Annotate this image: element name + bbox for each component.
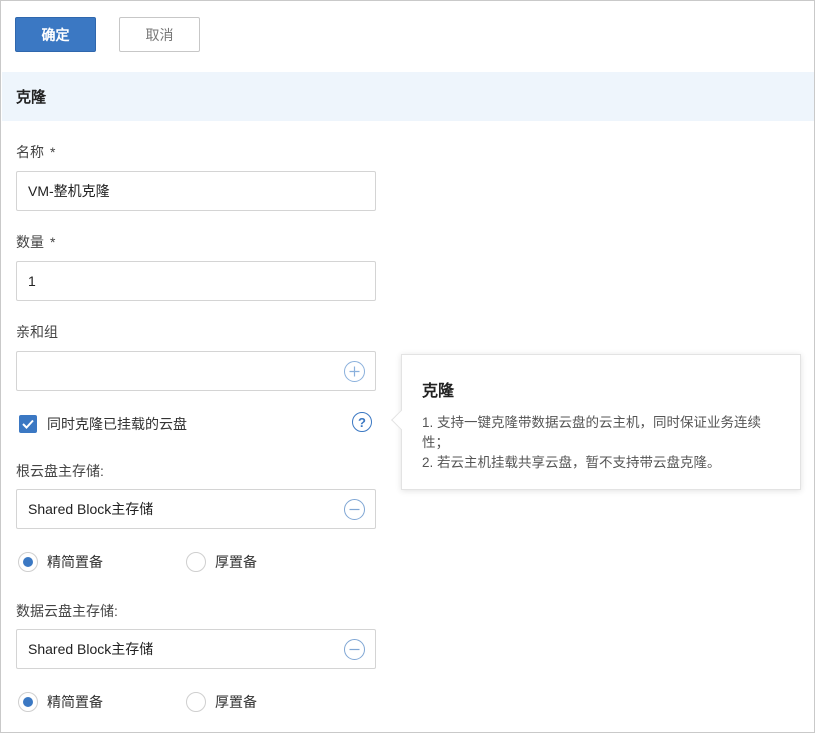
radio-selected[interactable] <box>18 552 38 572</box>
plus-circle-icon[interactable] <box>344 361 365 382</box>
count-input[interactable]: 1 <box>16 261 376 301</box>
root-storage-input[interactable]: Shared Block主存储 <box>16 489 376 529</box>
count-input-value: 1 <box>28 273 36 289</box>
section-header: 克隆 <box>2 72 814 121</box>
name-label: 名称 * <box>16 144 56 160</box>
toolbar: 确定 取消 <box>1 1 814 71</box>
clone-dialog: 确定 取消 克隆 名称 * VM-整机克隆 数量 * 1 亲和组 同时克隆已挂载的云… <box>0 0 815 733</box>
minus-circle-icon[interactable] <box>344 499 365 520</box>
tooltip-line-2: 2. 若云主机挂载共享云盘，暂不支持带云盘克隆。 <box>422 455 721 470</box>
radio-label: 精简置备 <box>47 694 103 710</box>
help-tooltip: 克隆 1. 支持一键克隆带数据云盘的云主机，同时保证业务连续性； 2. 若云主机… <box>391 354 801 490</box>
clone-disks-checkbox[interactable] <box>19 415 37 433</box>
radio-selected[interactable] <box>18 692 38 712</box>
affinity-group-input[interactable] <box>16 351 376 391</box>
root-storage-value: Shared Block主存储 <box>28 501 154 517</box>
data-storage-input[interactable]: Shared Block主存储 <box>16 629 376 669</box>
confirm-button[interactable]: 确定 <box>15 17 96 52</box>
affinity-group-label: 亲和组 <box>16 324 58 340</box>
data-storage-value: Shared Block主存储 <box>28 641 154 657</box>
required-mark: * <box>50 234 56 250</box>
clone-disks-option[interactable]: 同时克隆已挂载的云盘 <box>19 414 187 434</box>
data-thick-option[interactable]: 厚置备 <box>186 692 257 712</box>
count-label: 数量 * <box>16 234 56 250</box>
data-storage-label: 数据云盘主存储: <box>16 603 118 619</box>
name-input-value: VM-整机克隆 <box>28 183 110 199</box>
name-input[interactable]: VM-整机克隆 <box>16 171 376 211</box>
tooltip-title: 克隆 <box>422 383 455 400</box>
required-mark: * <box>50 144 56 160</box>
check-icon <box>22 419 34 429</box>
radio-label: 厚置备 <box>215 554 257 570</box>
radio-unselected[interactable] <box>186 552 206 572</box>
radio-label: 精简置备 <box>47 554 103 570</box>
help-icon[interactable]: ? <box>352 412 372 432</box>
radio-label: 厚置备 <box>215 694 257 710</box>
root-storage-label: 根云盘主存储: <box>16 463 104 479</box>
tooltip-line-1: 1. 支持一键克隆带数据云盘的云主机，同时保证业务连续性； <box>422 415 762 450</box>
minus-circle-icon[interactable] <box>344 639 365 660</box>
cancel-button[interactable]: 取消 <box>119 17 200 52</box>
data-thin-option[interactable]: 精简置备 <box>18 692 103 712</box>
clone-disks-label: 同时克隆已挂载的云盘 <box>47 416 187 432</box>
root-thin-option[interactable]: 精简置备 <box>18 552 103 572</box>
tooltip-body: 1. 支持一键克隆带数据云盘的云主机，同时保证业务连续性； 2. 若云主机挂载共… <box>422 413 780 473</box>
root-thick-option[interactable]: 厚置备 <box>186 552 257 572</box>
section-title: 克隆 <box>16 89 47 106</box>
radio-unselected[interactable] <box>186 692 206 712</box>
tooltip-arrow <box>391 410 411 430</box>
